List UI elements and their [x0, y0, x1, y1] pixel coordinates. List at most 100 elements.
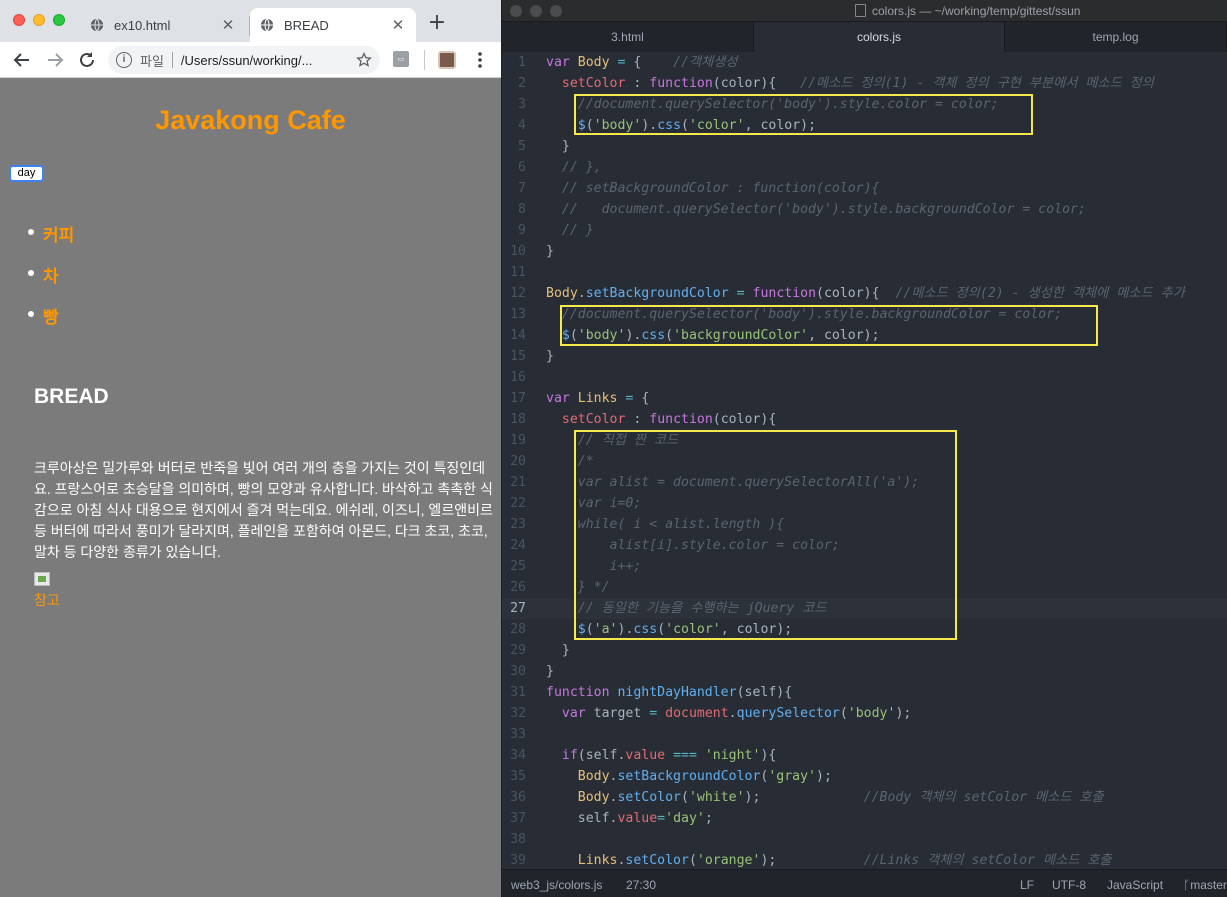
address-bar[interactable]: i 파일 /Users/ssun/working/...	[108, 46, 380, 74]
code-line[interactable]: 31 function nightDayHandler(self){	[502, 682, 1227, 703]
code-line[interactable]: 8 // document.querySelector('body').styl…	[502, 199, 1227, 220]
code-token: target	[593, 706, 650, 721]
address-scheme-label: 파일	[140, 53, 164, 69]
day-night-toggle-button[interactable]: day	[9, 165, 44, 182]
line-number: 6	[518, 160, 526, 175]
reload-icon[interactable]	[76, 49, 98, 71]
menu-link-bread[interactable]: 빵	[43, 303, 59, 328]
code-text: }	[546, 241, 554, 262]
tab-label: ex10.html	[114, 17, 171, 33]
code-line[interactable]: 30}	[502, 661, 1227, 682]
status-file-path[interactable]: web3_js/colors.js	[511, 878, 602, 892]
menu-link-tea[interactable]: 차	[43, 262, 59, 287]
code-line[interactable]: 12 Body.setBackgroundColor = function(col…	[502, 283, 1227, 304]
code-token: 'orange'	[696, 853, 761, 868]
menu-link-coffee[interactable]: 커피	[43, 221, 74, 246]
list-item: 차	[28, 262, 74, 303]
status-grammar[interactable]: JavaScript	[1107, 878, 1163, 892]
code-token: // document.querySelector('body').style.…	[546, 202, 1086, 217]
tab-label: BREAD	[284, 17, 329, 33]
close-window-button[interactable]	[510, 5, 522, 17]
menu-kebab-icon[interactable]	[472, 50, 488, 70]
code-text: setColor : function(color){ //메소드 정의(1) …	[546, 73, 1154, 94]
zoom-window-button[interactable]	[53, 14, 65, 26]
code-line[interactable]: 1 var Body = { //객체생성	[502, 52, 1227, 73]
code-line[interactable]: 39 Links.setColor('orange'); //Links 객체의…	[502, 850, 1227, 871]
minimize-window-button[interactable]	[530, 5, 542, 17]
browser-tab-ex10[interactable]: ex10.html ✕	[80, 8, 246, 42]
code-token: (color){	[816, 286, 896, 301]
code-line[interactable]: 16	[502, 367, 1227, 388]
browser-tab-bread[interactable]: BREAD ✕	[250, 8, 416, 42]
code-line[interactable]: 18 setColor : function(color){	[502, 409, 1227, 430]
toolbar-separator	[424, 50, 425, 70]
code-line[interactable]: 2 setColor : function(color){ //메소드 정의(1…	[502, 73, 1227, 94]
status-encoding[interactable]: UTF-8	[1052, 878, 1086, 892]
line-number: 27	[510, 601, 526, 616]
back-icon[interactable]	[11, 49, 33, 71]
bookmark-star-icon[interactable]	[356, 52, 372, 68]
code-token: =	[657, 811, 666, 826]
code-line[interactable]: 9 // }	[502, 220, 1227, 241]
code-line[interactable]: 37 self.value='day';	[502, 808, 1227, 829]
code-line[interactable]: 34 if(self.value === 'night'){	[502, 745, 1227, 766]
code-line[interactable]: 15}	[502, 346, 1227, 367]
code-line[interactable]: 29 }	[502, 640, 1227, 661]
code-token: );	[760, 853, 864, 868]
code-token: {	[633, 391, 650, 406]
close-tab-icon[interactable]: ✕	[390, 17, 406, 33]
status-cursor-position[interactable]: 27:30	[626, 878, 656, 892]
code-line[interactable]: 38	[502, 829, 1227, 850]
extension-icon[interactable]: ▭	[393, 51, 409, 67]
code-token: self.	[546, 811, 618, 826]
status-line-ending[interactable]: LF	[1020, 878, 1034, 892]
code-line[interactable]: 7 // setBackgroundColor : function(color…	[502, 178, 1227, 199]
code-line[interactable]: 11	[502, 262, 1227, 283]
editor-tab-temp-log[interactable]: temp.log	[1005, 22, 1227, 52]
code-line[interactable]: 10}	[502, 241, 1227, 262]
code-token: function	[649, 76, 713, 91]
info-icon[interactable]: i	[116, 52, 132, 68]
line-number: 37	[510, 811, 526, 826]
code-token: .	[728, 706, 737, 721]
close-window-button[interactable]	[13, 14, 25, 26]
code-token: var	[561, 706, 594, 721]
code-line[interactable]: 17 var Links = {	[502, 388, 1227, 409]
code-line[interactable]: 5 }	[502, 136, 1227, 157]
reference-link[interactable]: 참고	[34, 590, 60, 610]
code-line[interactable]: 33	[502, 724, 1227, 745]
forward-icon[interactable]	[44, 49, 66, 71]
editor-window-title: colors.js — ~/working/temp/gittest/ssun	[872, 4, 1081, 18]
editor-tab-bar: 3.html colors.js temp.log	[502, 22, 1227, 52]
code-token: setColor	[561, 76, 626, 91]
code-token: //메소드 정의(1) - 객체 정의 구현 부분에서 메소드 정의	[800, 76, 1154, 91]
line-number: 17	[510, 391, 526, 406]
code-line[interactable]: 35 Body.setBackgroundColor('gray');	[502, 766, 1227, 787]
editor-tab-3-html[interactable]: 3.html	[502, 22, 754, 52]
code-token: 'body'	[847, 706, 896, 721]
code-line[interactable]: 32 var target = document.querySelector('…	[502, 703, 1227, 724]
address-url[interactable]: /Users/ssun/working/...	[181, 53, 352, 68]
minimize-window-button[interactable]	[33, 14, 45, 26]
code-token: (	[681, 790, 689, 805]
close-tab-icon[interactable]: ✕	[220, 17, 236, 33]
code-text: // }	[546, 220, 594, 241]
code-line[interactable]: 36 Body.setColor('white'); //Body 객체의 se…	[502, 787, 1227, 808]
code-token: nightDayHandler	[617, 685, 737, 700]
code-token: );	[816, 769, 832, 784]
code-token: value	[625, 748, 666, 763]
line-number: 39	[510, 853, 526, 868]
zoom-window-button[interactable]	[550, 5, 562, 17]
line-number: 12	[510, 286, 526, 301]
code-token: document	[665, 706, 729, 721]
new-tab-button[interactable]: +	[426, 12, 448, 34]
code-line[interactable]: 6 // },	[502, 157, 1227, 178]
editor-tab-colors-js[interactable]: colors.js	[754, 22, 1005, 52]
profile-avatar[interactable]	[438, 51, 456, 69]
cafe-title-link[interactable]: Javakong Cafe	[0, 105, 501, 136]
status-git-branch[interactable]: ᚴmaster	[1183, 878, 1227, 892]
